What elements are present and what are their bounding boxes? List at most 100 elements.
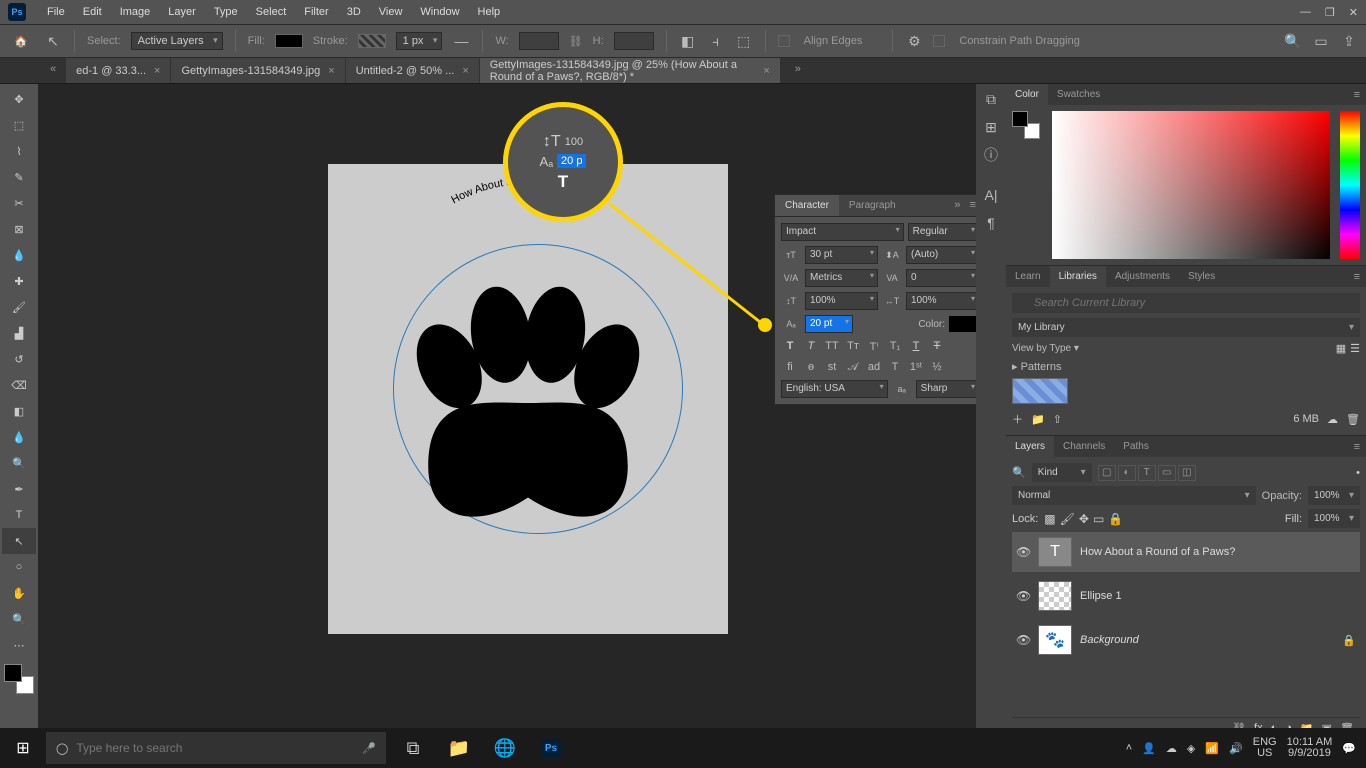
blend-mode-dropdown[interactable]: Normal bbox=[1012, 486, 1256, 505]
onedrive-icon[interactable]: ☁ bbox=[1166, 742, 1177, 755]
stylistic-icon[interactable]: 𝒜 bbox=[844, 359, 862, 375]
taskbar-search[interactable]: ◯ 🎤 bbox=[46, 732, 386, 764]
menu-layer[interactable]: Layer bbox=[159, 2, 205, 22]
stroke-width-dropdown[interactable]: 1 px bbox=[396, 32, 443, 50]
layer-item[interactable]: 👁 T How About a Round of a Paws? bbox=[1012, 532, 1360, 572]
add-content-icon[interactable]: ＋ bbox=[1012, 411, 1023, 427]
minimize-icon[interactable]: — bbox=[1300, 6, 1311, 19]
filter-pixel-icon[interactable]: ▢ bbox=[1098, 465, 1116, 481]
contextual-icon[interactable]: ɵ bbox=[802, 359, 820, 375]
align-edges-checkbox[interactable] bbox=[778, 35, 790, 47]
filter-shape-icon[interactable]: ▭ bbox=[1158, 465, 1176, 481]
home-button[interactable]: 🏠 bbox=[8, 30, 34, 52]
menu-file[interactable]: File bbox=[38, 2, 74, 22]
menu-filter[interactable]: Filter bbox=[295, 2, 337, 22]
ligature-icon[interactable]: fi bbox=[781, 359, 799, 375]
select-layers-dropdown[interactable]: Active Layers bbox=[131, 32, 223, 50]
explorer-icon[interactable]: 📁 bbox=[438, 728, 480, 768]
crop-tool-icon[interactable]: ✂ bbox=[2, 190, 36, 216]
panel-menu-icon[interactable]: ≡ bbox=[1348, 437, 1366, 457]
eraser-tool-icon[interactable]: ⌫ bbox=[2, 372, 36, 398]
grid-view-icon[interactable]: ▦ bbox=[1336, 342, 1346, 355]
layer-name[interactable]: How About a Round of a Paws? bbox=[1080, 546, 1356, 558]
share-icon[interactable]: ⇪ bbox=[1340, 32, 1358, 50]
shape-tool-icon[interactable]: ○ bbox=[2, 554, 36, 580]
tab-libraries[interactable]: Libraries bbox=[1050, 266, 1106, 287]
wifi-icon[interactable]: 📶 bbox=[1205, 742, 1219, 755]
tracking-field[interactable]: 0 bbox=[906, 269, 976, 287]
fractions-icon[interactable]: 1ˢᵗ bbox=[907, 359, 925, 375]
tool-preset-icon[interactable]: ↖ bbox=[44, 32, 62, 50]
tab-close-icon[interactable]: × bbox=[462, 65, 468, 77]
clock[interactable]: 10:11 AM9/9/2019 bbox=[1287, 737, 1333, 759]
gradient-tool-icon[interactable]: ◧ bbox=[2, 398, 36, 424]
menu-select[interactable]: Select bbox=[247, 2, 296, 22]
gear-icon[interactable]: ⚙ bbox=[905, 32, 923, 50]
search-icon[interactable]: 🔍 bbox=[1284, 32, 1302, 50]
cloud-icon[interactable]: ☁ bbox=[1327, 413, 1338, 426]
patterns-group-label[interactable]: ▸ Patterns bbox=[1012, 360, 1360, 373]
restore-icon[interactable]: ❐ bbox=[1325, 6, 1335, 19]
tab-swatches[interactable]: Swatches bbox=[1048, 84, 1109, 105]
width-input[interactable] bbox=[519, 32, 559, 50]
library-search-input[interactable] bbox=[1012, 293, 1360, 313]
underline-icon[interactable]: T bbox=[907, 338, 925, 354]
pattern-thumb[interactable] bbox=[1012, 378, 1068, 404]
hand-tool-icon[interactable]: ✋ bbox=[2, 580, 36, 606]
visibility-icon[interactable]: 👁 bbox=[1016, 589, 1030, 603]
fill-swatch[interactable] bbox=[275, 34, 303, 48]
layer-item[interactable]: 👁 Ellipse 1 bbox=[1012, 576, 1360, 616]
move-tool-icon[interactable]: ✥ bbox=[2, 86, 36, 112]
tab-color[interactable]: Color bbox=[1006, 84, 1048, 105]
layer-name[interactable]: Background bbox=[1080, 634, 1334, 646]
document-tab[interactable]: GettyImages-131584349.jpg @ 25% (How Abo… bbox=[480, 58, 780, 83]
language-dropdown[interactable]: English: USA bbox=[781, 380, 888, 398]
align-icon[interactable]: ⫞ bbox=[707, 32, 725, 50]
stamp-tool-icon[interactable]: ▟ bbox=[2, 320, 36, 346]
tab-layers[interactable]: Layers bbox=[1006, 436, 1054, 457]
trash-icon[interactable]: 🗑 bbox=[1346, 413, 1360, 426]
close-icon[interactable]: ✕ bbox=[1349, 6, 1358, 19]
ordinals-icon[interactable]: T bbox=[886, 359, 904, 375]
properties-icon[interactable]: ⊞ bbox=[980, 116, 1002, 138]
swash-icon[interactable]: st bbox=[823, 359, 841, 375]
menu-help[interactable]: Help bbox=[469, 2, 510, 22]
stroke-swatch[interactable] bbox=[358, 34, 386, 48]
tab-learn[interactable]: Learn bbox=[1006, 266, 1050, 287]
filter-type-icon[interactable]: T bbox=[1138, 465, 1156, 481]
menu-edit[interactable]: Edit bbox=[74, 2, 111, 22]
lock-all-icon[interactable]: 🔒 bbox=[1108, 512, 1123, 526]
library-select[interactable]: My Library bbox=[1012, 318, 1360, 337]
visibility-icon[interactable]: 👁 bbox=[1016, 545, 1030, 559]
menu-window[interactable]: Window bbox=[411, 2, 468, 22]
document-tab[interactable]: Untitled-2 @ 50% ...× bbox=[346, 58, 479, 83]
brush-tool-icon[interactable]: 🖌 bbox=[2, 294, 36, 320]
smallcaps-icon[interactable]: Tᴛ bbox=[844, 338, 862, 354]
document-tab[interactable]: GettyImages-131584349.jpg× bbox=[171, 58, 344, 83]
tab-paths[interactable]: Paths bbox=[1114, 436, 1158, 457]
tab-close-icon[interactable]: × bbox=[763, 65, 769, 77]
height-input[interactable] bbox=[614, 32, 654, 50]
lock-artboard-icon[interactable]: ▭ bbox=[1093, 512, 1104, 526]
layer-name[interactable]: Ellipse 1 bbox=[1080, 590, 1356, 602]
tab-paragraph[interactable]: Paragraph bbox=[839, 195, 906, 216]
lock-icon[interactable]: 🔒 bbox=[1342, 634, 1356, 647]
constrain-checkbox[interactable] bbox=[933, 35, 945, 47]
panel-menu-icon[interactable]: ≡ bbox=[1348, 85, 1366, 105]
subscript-icon[interactable]: T₁ bbox=[886, 338, 904, 354]
task-view-icon[interactable]: ⧉ bbox=[392, 728, 434, 768]
panel-menu-icon[interactable]: ≡ bbox=[1348, 267, 1366, 287]
link-icon[interactable]: ⛓ bbox=[569, 35, 583, 48]
layer-item[interactable]: 👁 🐾 Background 🔒 bbox=[1012, 620, 1360, 660]
antialias-dropdown[interactable]: Sharp bbox=[916, 380, 976, 398]
path-select-tool-icon[interactable]: ↖ bbox=[2, 528, 36, 554]
tab-overflow-left[interactable]: « bbox=[40, 58, 66, 83]
tab-styles[interactable]: Styles bbox=[1179, 266, 1224, 287]
paragraph-icon[interactable]: ¶ bbox=[980, 212, 1002, 234]
type-tool-icon[interactable]: T bbox=[2, 502, 36, 528]
baseline-field[interactable]: 20 pt bbox=[805, 315, 853, 333]
lock-pos-icon[interactable]: ✥ bbox=[1079, 512, 1089, 526]
fg-bg-swatch[interactable] bbox=[4, 664, 34, 694]
faux-italic-icon[interactable]: T bbox=[802, 338, 820, 354]
filter-kind-dropdown[interactable]: Kind bbox=[1032, 463, 1092, 482]
